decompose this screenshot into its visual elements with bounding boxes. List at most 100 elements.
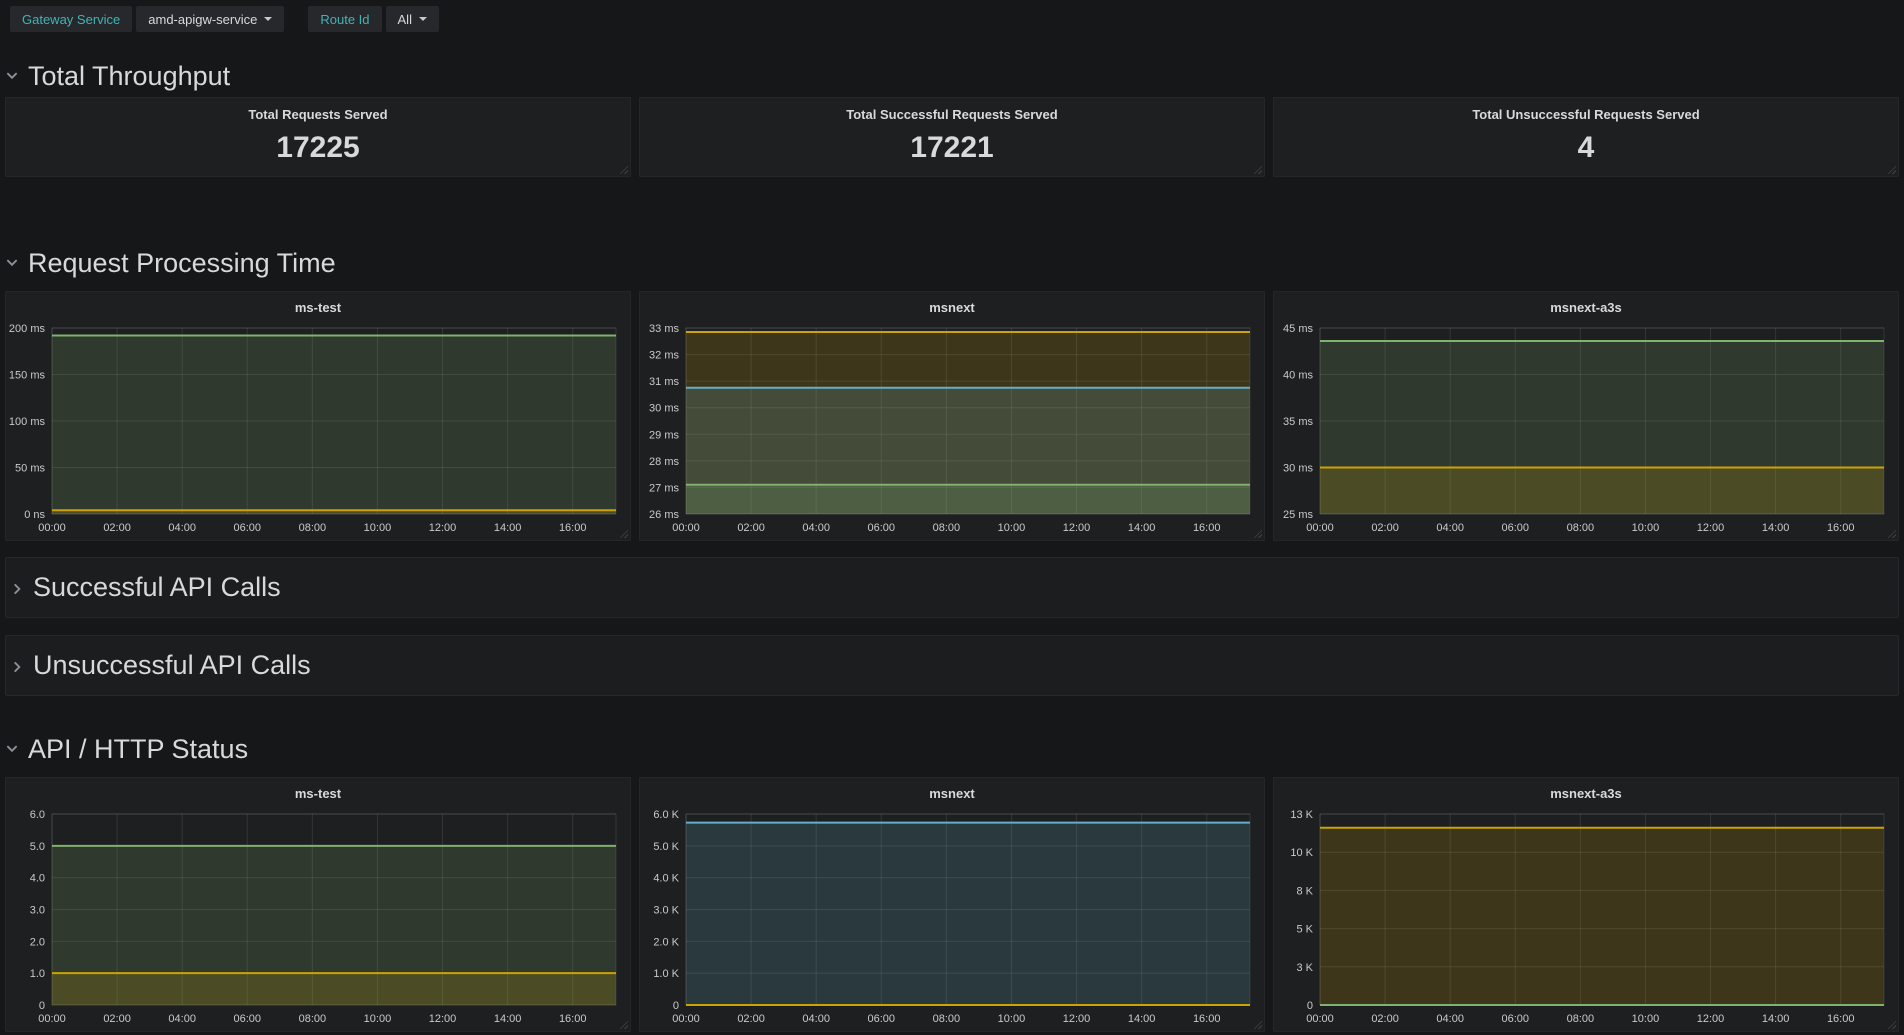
chart-canvas[interactable]: msnext00:0002:0004:0006:0008:0010:0012:0… [640,292,1264,540]
chart-canvas[interactable]: msnext00:0002:0004:0006:0008:0010:0012:0… [640,778,1264,1031]
section-title: Successful API Calls [33,572,281,603]
y-tick-label: 5 K [1296,924,1313,936]
api-http-status-charts-row: ms-test 00:00 02:00 04:00 06:00 08:00 10:00 12:… [0,777,1904,1032]
x-tick-label: 02:00 [103,1013,131,1025]
x-tick-label: 06:00 [1502,1013,1530,1025]
y-tick-label: 0 [1307,1000,1313,1012]
chart-panel-status-msnext-a3s[interactable]: msnext-a3s00:0002:0004:0006:0008:0010:00… [1273,777,1899,1032]
section-title: Unsuccessful API Calls [33,650,311,681]
chevron-down-icon [5,69,19,83]
stat-value: 4 [1274,131,1898,165]
panel-title[interactable]: ms-test [295,786,342,801]
x-tick-label: 14:00 [494,1013,522,1025]
y-tick-label: 0 [39,1000,45,1012]
x-tick-label: 12:00 [429,1013,457,1025]
chart-panel-status-ms-test[interactable]: ms-test00:0002:0004:0006:0008:0010:0012:… [5,777,631,1032]
y-tick-label: 13 K [1290,809,1313,821]
y-tick-label: 3 K [1296,962,1313,974]
x-tick-label: 04:00 [802,522,830,534]
x-tick-label: 04:00 [1436,1013,1464,1025]
chart-panel-rpt-ms-test[interactable]: ms-test00:0002:0004:0006:0008:0010:0012:… [5,291,631,541]
variable-value-text: amd-apigw-service [148,12,257,27]
panel-title[interactable]: ms-test [295,300,342,315]
chevron-right-icon [10,572,24,603]
variable-label-route-id[interactable]: Route Id [308,6,381,32]
x-tick-label: 00:00 [672,522,700,534]
y-tick-label: 6.0 K [653,809,679,821]
y-tick-label: 2.0 [30,936,45,948]
panel-title[interactable]: msnext [929,300,975,315]
chart-panel-rpt-msnext-a3s[interactable]: msnext-a3s00:0002:0004:0006:0008:0010:00… [1273,291,1899,541]
y-tick-label: 26 ms [649,509,679,521]
resize-grip-icon[interactable] [1887,165,1896,174]
y-tick-label: 5.0 K [653,841,679,853]
x-tick-label: 02:00 [1371,522,1399,534]
x-tick-label: 14:00 [1128,1013,1156,1025]
template-variables-bar: Gateway Service amd-apigw-service Route … [0,0,1904,38]
panel-title[interactable]: Total Successful Requests Served [640,107,1264,122]
y-tick-label: 32 ms [649,350,679,362]
series-fill [52,973,616,1005]
y-tick-label: 30 ms [649,403,679,415]
panel-title[interactable]: msnext [929,786,975,801]
chart-panel-rpt-msnext[interactable]: msnext00:0002:0004:0006:0008:0010:0012:0… [639,291,1265,541]
panel-title[interactable]: msnext-a3s [1550,786,1622,801]
resize-grip-icon[interactable] [1253,165,1262,174]
panel-title[interactable]: Total Requests Served [6,107,630,122]
y-tick-label: 30 ms [1283,463,1313,475]
x-tick-label: 16:00 [1193,1013,1221,1025]
y-tick-label: 3.0 K [653,905,679,917]
chart-canvas[interactable]: ms-test00:0002:0004:0006:0008:0010:0012:… [6,292,630,540]
x-tick-label: 08:00 [933,522,961,534]
panel-title[interactable]: msnext-a3s [1550,300,1622,315]
y-tick-label: 2.0 K [653,936,679,948]
row-header-api-http-status[interactable]: API / HTTP Status [0,727,1904,771]
variable-dropdown-gateway-service[interactable]: amd-apigw-service [136,6,284,32]
chart-canvas[interactable]: msnext-a3s00:0002:0004:0006:0008:0010:00… [1274,778,1898,1031]
row-header-request-processing-time[interactable]: Request Processing Time [0,241,1904,285]
y-tick-label: 25 ms [1283,509,1313,521]
x-tick-label: 16:00 [1193,522,1221,534]
x-tick-label: 02:00 [737,522,765,534]
row-header-unsuccessful-api-calls[interactable]: Unsuccessful API Calls [5,635,1899,696]
x-tick-label: 00:00 [672,1013,700,1025]
x-tick-label: 00:00 [38,522,66,534]
row-header-total-throughput[interactable]: Total Throughput [0,56,1904,96]
section-title: Total Throughput [28,61,230,92]
x-tick-label: 02:00 [1371,1013,1399,1025]
series-fill [52,335,616,514]
row-header-successful-api-calls[interactable]: Successful API Calls [5,557,1899,618]
series-fill [686,485,1250,514]
request-processing-time-charts-row: ms-test00:0002:0004:0006:0008:0010:0012:… [0,291,1904,541]
variable-gateway-service: Gateway Service amd-apigw-service [10,6,284,32]
x-tick-label: 10:00 [1632,1013,1660,1025]
y-tick-label: 5.0 [30,841,45,853]
stat-value: 17221 [640,131,1264,165]
y-tick-label: 28 ms [649,456,679,468]
y-tick-label: 29 ms [649,429,679,441]
stat-panel-total-unsuccessful-requests: Total Unsuccessful Requests Served 4 [1273,97,1899,177]
y-tick-label: 31 ms [649,376,679,388]
chart-canvas[interactable]: msnext-a3s00:0002:0004:0006:0008:0010:00… [1274,292,1898,540]
x-tick-label: 16:00 [559,522,587,534]
x-tick-label: 04:00 [1436,522,1464,534]
chevron-down-icon [5,742,19,756]
chart-canvas[interactable]: ms-test00:0002:0004:0006:0008:0010:0012:… [6,778,630,1031]
x-tick-label: 08:00 [1567,1013,1595,1025]
variable-dropdown-route-id[interactable]: All [386,6,439,32]
panel-title[interactable]: Total Unsuccessful Requests Served [1274,107,1898,122]
y-tick-label: 8 K [1296,885,1313,897]
x-tick-label: 08:00 [1567,522,1595,534]
y-tick-label: 1.0 K [653,968,679,980]
section-title: Request Processing Time [28,248,336,279]
resize-grip-icon[interactable] [619,165,628,174]
x-tick-label: 02:00 [103,522,131,534]
variable-label-gateway-service[interactable]: Gateway Service [10,6,132,32]
chevron-right-icon [10,650,24,681]
chart-panel-status-msnext[interactable]: msnext00:0002:0004:0006:0008:0010:0012:0… [639,777,1265,1032]
y-tick-label: 10 K [1290,847,1313,859]
variable-route-id: Route Id All [308,6,439,32]
y-tick-label: 50 ms [15,463,45,475]
x-tick-label: 06:00 [868,522,896,534]
x-tick-label: 12:00 [1697,522,1725,534]
